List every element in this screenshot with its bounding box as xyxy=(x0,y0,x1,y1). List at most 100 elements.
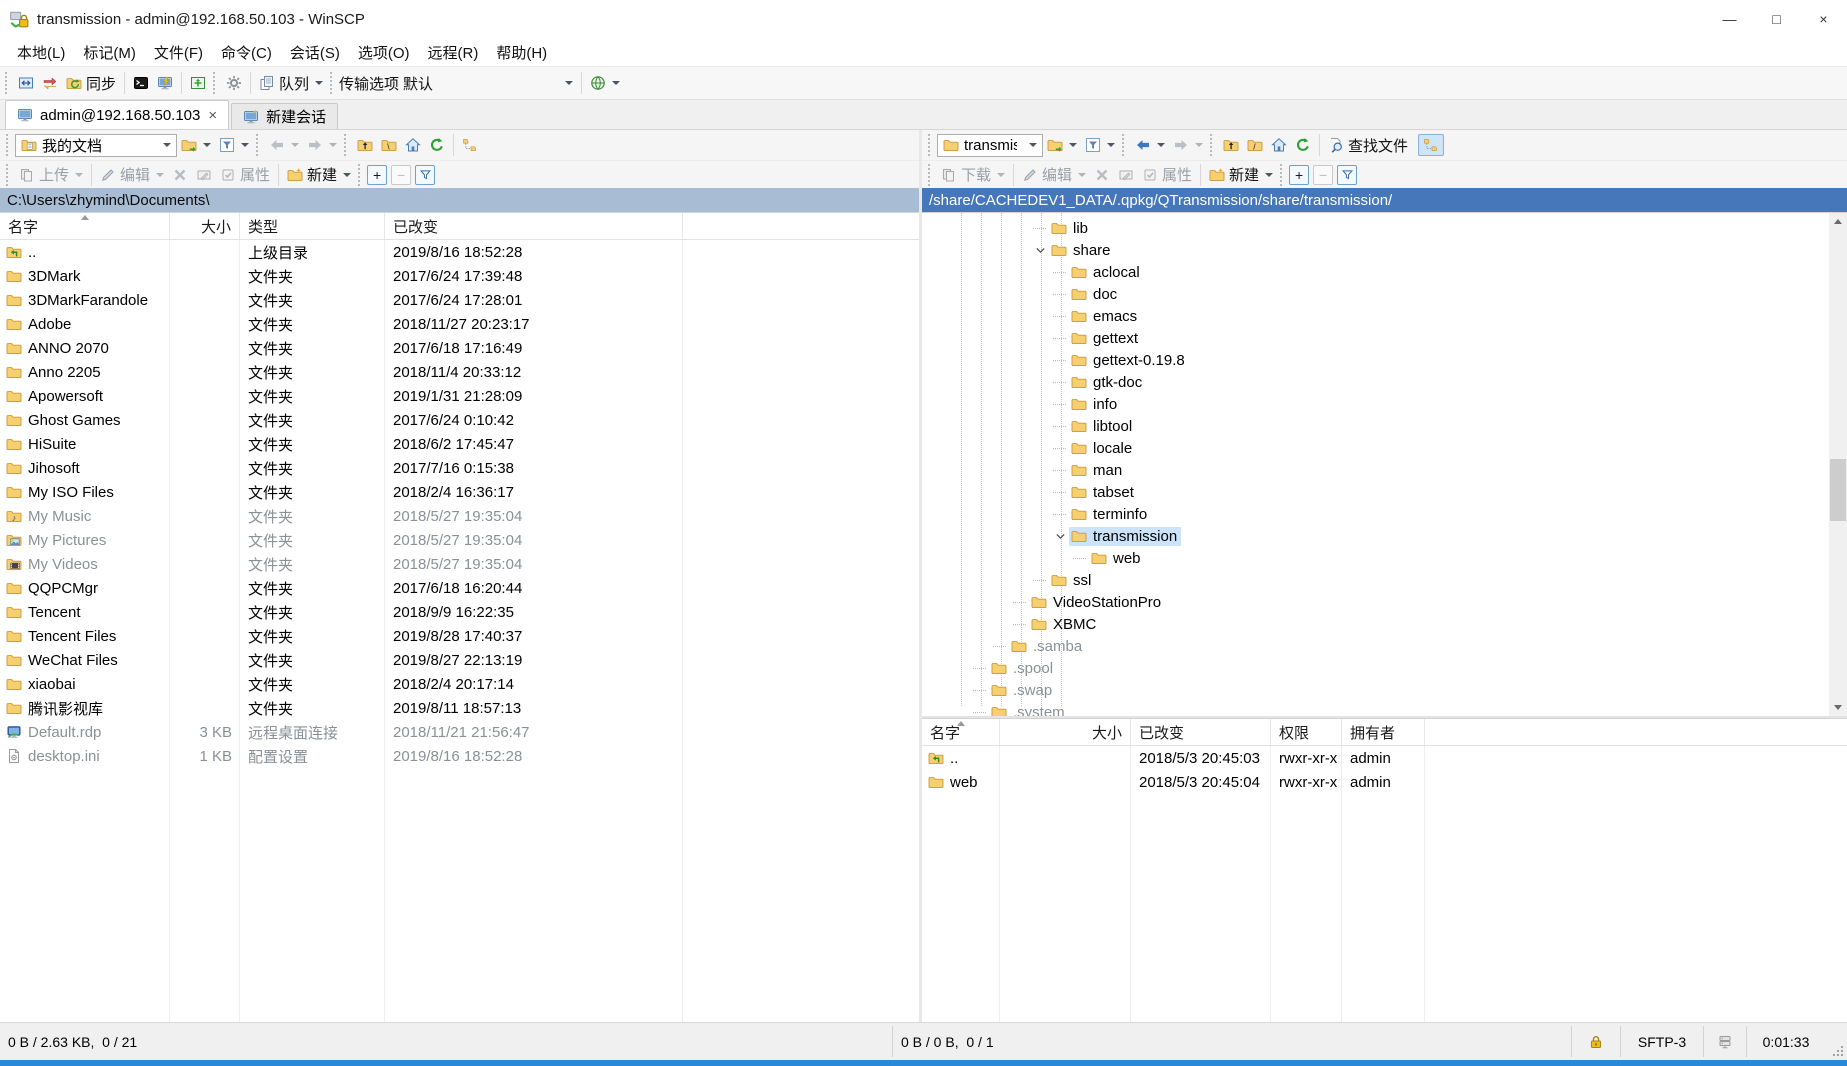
column-header-2[interactable]: 类型 xyxy=(240,213,385,239)
menu-item-3[interactable]: 命令(C) xyxy=(212,39,281,66)
remote-filter-button[interactable] xyxy=(1081,135,1119,155)
tree-item-core[interactable]: libtool xyxy=(1069,417,1136,436)
tree-item[interactable]: doc xyxy=(922,283,1847,305)
menu-item-5[interactable]: 选项(O) xyxy=(349,39,419,66)
download-button[interactable]: 下载 xyxy=(937,162,1009,187)
open-console-button[interactable] xyxy=(153,73,177,93)
remote-home-directory-button[interactable] xyxy=(1267,135,1291,155)
find-files-button[interactable]: 查找文件 xyxy=(1324,133,1412,158)
resize-grip-icon[interactable] xyxy=(1831,1044,1845,1058)
remote-refresh-button[interactable] xyxy=(1291,135,1315,155)
remote-tree-toggle-button[interactable] xyxy=(1418,134,1444,156)
tree-item-core[interactable]: lib xyxy=(1049,219,1092,238)
tree-item[interactable]: lib xyxy=(922,217,1847,239)
file-row[interactable]: 腾讯影视库文件夹2019/8/11 18:57:13 xyxy=(0,696,919,720)
file-row[interactable]: Tencent Files文件夹2019/8/28 17:40:37 xyxy=(0,624,919,648)
synchronize-button[interactable]: 同步 xyxy=(62,71,120,96)
tree-item-core[interactable]: share xyxy=(1049,241,1115,260)
session-color-button[interactable] xyxy=(586,73,624,93)
local-open-directory-button[interactable] xyxy=(177,135,215,155)
tree-item[interactable]: info xyxy=(922,393,1847,415)
tree-item[interactable]: transmission xyxy=(922,525,1847,547)
column-header-0[interactable]: 名字 xyxy=(0,213,170,239)
tree-item-core[interactable]: web xyxy=(1089,549,1145,568)
server-status-cell[interactable] xyxy=(1704,1023,1746,1060)
tab-close-icon[interactable]: × xyxy=(208,107,217,124)
tree-item[interactable]: gettext-0.19.8 xyxy=(922,349,1847,371)
remote-parent-directory-button[interactable] xyxy=(1219,135,1243,155)
remote-rename-button[interactable] xyxy=(1114,165,1138,185)
local-tree-toggle-button[interactable] xyxy=(458,135,482,155)
menu-item-6[interactable]: 远程(R) xyxy=(419,39,488,66)
swap-panels-button[interactable] xyxy=(14,73,38,93)
maximize-button[interactable]: □ xyxy=(1753,0,1800,38)
menu-item-4[interactable]: 会话(S) xyxy=(281,39,349,66)
column-header-3[interactable]: 已改变 xyxy=(385,213,683,239)
local-properties-button[interactable]: 属性 xyxy=(216,162,274,187)
file-row[interactable]: Anno 2205文件夹2018/11/4 20:33:12 xyxy=(0,360,919,384)
tree-item[interactable]: gtk-doc xyxy=(922,371,1847,393)
tree-item-core[interactable]: aclocal xyxy=(1069,263,1144,282)
encryption-status-cell[interactable] xyxy=(1572,1023,1620,1060)
tree-item[interactable]: ssl xyxy=(922,569,1847,591)
tree-item-core[interactable]: locale xyxy=(1069,439,1136,458)
tree-item[interactable]: share xyxy=(922,239,1847,261)
minimize-button[interactable]: — xyxy=(1706,0,1753,38)
tree-item-core[interactable]: terminfo xyxy=(1069,505,1151,524)
transfer-settings-combo[interactable]: 默认 xyxy=(399,71,577,95)
tree-item[interactable]: .swap xyxy=(922,679,1847,701)
tree-item-core[interactable]: gtk-doc xyxy=(1069,373,1146,392)
tree-item[interactable]: web xyxy=(922,547,1847,569)
local-delete-button[interactable] xyxy=(168,165,192,185)
file-row[interactable]: ANNO 2070文件夹2017/6/18 17:16:49 xyxy=(0,336,919,360)
file-row[interactable]: xiaobai文件夹2018/2/4 20:17:14 xyxy=(0,672,919,696)
tree-item-core[interactable]: VideoStationPro xyxy=(1029,593,1165,612)
column-header-2[interactable]: 已改变 xyxy=(1131,719,1271,745)
remote-root-directory-button[interactable]: / xyxy=(1243,135,1267,155)
file-row[interactable]: ♪My Music文件夹2018/5/27 19:35:04 xyxy=(0,504,919,528)
remote-edit-button[interactable]: 编辑 xyxy=(1018,162,1090,187)
local-filter-button[interactable] xyxy=(215,135,253,155)
tree-item[interactable]: tabset xyxy=(922,481,1847,503)
tree-item-core[interactable]: .system xyxy=(989,703,1069,719)
tree-expand-chevron-icon[interactable] xyxy=(1031,244,1049,257)
tree-item-core[interactable]: gettext xyxy=(1069,329,1142,348)
local-parent-directory-button[interactable] xyxy=(353,135,377,155)
file-row[interactable]: 3DMark文件夹2017/6/24 17:39:48 xyxy=(0,264,919,288)
file-row[interactable]: My ISO Files文件夹2018/2/4 16:36:17 xyxy=(0,480,919,504)
tree-item-core[interactable]: doc xyxy=(1069,285,1121,304)
file-row[interactable]: desktop.ini1 KB配置设置2019/8/16 18:52:28 xyxy=(0,744,919,768)
tree-item[interactable]: gettext xyxy=(922,327,1847,349)
tree-item-core[interactable]: .swap xyxy=(989,681,1056,700)
tree-item[interactable]: .samba xyxy=(922,635,1847,657)
close-button[interactable]: × xyxy=(1800,0,1847,38)
remote-unselect-button[interactable]: − xyxy=(1313,165,1333,185)
file-row[interactable]: web2018/5/3 20:45:04rwxr-xr-xadmin xyxy=(922,770,1847,794)
tree-item-core[interactable]: tabset xyxy=(1069,483,1138,502)
file-row[interactable]: Ghost Games文件夹2017/6/24 0:10:42 xyxy=(0,408,919,432)
tree-item-core[interactable]: .spool xyxy=(989,659,1057,678)
tree-item[interactable]: locale xyxy=(922,437,1847,459)
file-row[interactable]: ..2018/5/3 20:45:03rwxr-xr-xadmin xyxy=(922,746,1847,770)
tree-item-core[interactable]: man xyxy=(1069,461,1126,480)
tree-scrollbar[interactable] xyxy=(1829,213,1847,716)
queue-button[interactable]: 队列 xyxy=(255,71,327,96)
column-header-3[interactable]: 权限 xyxy=(1271,719,1342,745)
tree-item-core[interactable]: emacs xyxy=(1069,307,1141,326)
local-root-directory-button[interactable]: \ xyxy=(377,135,401,155)
file-row[interactable]: WeChat Files文件夹2019/8/27 22:13:19 xyxy=(0,648,919,672)
menu-item-7[interactable]: 帮助(H) xyxy=(487,39,556,66)
local-refresh-button[interactable] xyxy=(425,135,449,155)
local-edit-button[interactable]: 编辑 xyxy=(96,162,168,187)
remote-filter-box-button[interactable] xyxy=(1337,165,1357,185)
tree-item[interactable]: terminfo xyxy=(922,503,1847,525)
local-new-button[interactable]: 新建 xyxy=(283,162,355,187)
tree-item-core[interactable]: .samba xyxy=(1009,637,1086,656)
file-row[interactable]: HiSuite文件夹2018/6/2 17:45:47 xyxy=(0,432,919,456)
file-row[interactable]: 3DMarkFarandole文件夹2017/6/24 17:28:01 xyxy=(0,288,919,312)
tree-item[interactable]: libtool xyxy=(922,415,1847,437)
column-header-1[interactable]: 大小 xyxy=(1000,719,1131,745)
remote-new-button[interactable]: 新建 xyxy=(1205,162,1277,187)
session-tab-1[interactable]: 新建会话 xyxy=(231,103,338,129)
local-home-directory-button[interactable] xyxy=(401,135,425,155)
